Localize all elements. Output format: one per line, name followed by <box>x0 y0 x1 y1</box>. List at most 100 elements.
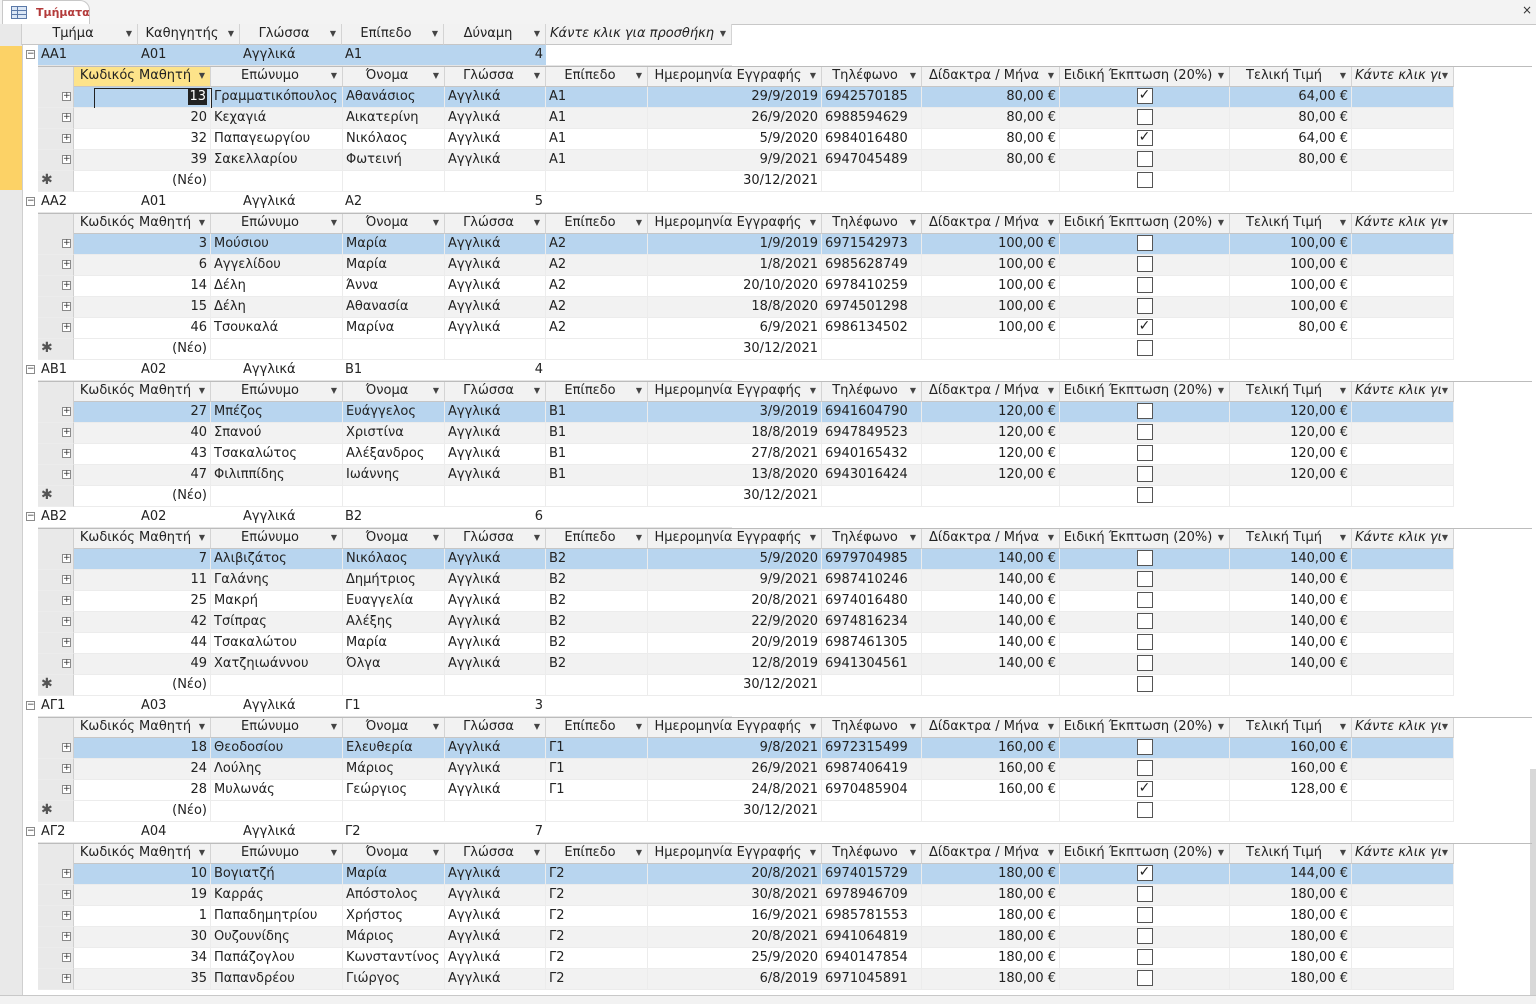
expand-plus-icon[interactable]: + <box>62 260 71 269</box>
student-cell-epipedo[interactable]: Α2 <box>546 318 648 339</box>
new-cell-onoma[interactable] <box>343 801 445 822</box>
discount-checkbox[interactable] <box>1136 402 1153 419</box>
discount-checkbox[interactable] <box>1136 486 1153 503</box>
student-header-11[interactable]: Κάντε κλικ γι ▼ <box>1352 843 1454 864</box>
parent-header-2[interactable]: Καθηγητής ▼ <box>138 24 240 45</box>
discount-checkbox[interactable]: ✓ <box>1136 129 1153 146</box>
student-cell-final[interactable]: 140,00 € <box>1230 591 1352 612</box>
discount-checkbox[interactable] <box>1136 297 1153 314</box>
expand-plus-icon[interactable]: + <box>62 470 71 479</box>
student-header-8[interactable]: Δίδακτρα / Μήνα ▼ <box>922 381 1060 402</box>
student-cell-onoma[interactable]: Φωτεινή <box>343 150 445 171</box>
student-header-5[interactable]: Επίπεδο ▼ <box>546 381 648 402</box>
discount-checkbox[interactable] <box>1136 150 1153 167</box>
student-header-11[interactable]: Κάντε κλικ γι ▼ <box>1352 66 1454 87</box>
student-cell-epipedo[interactable]: Α2 <box>546 255 648 276</box>
student-cell-id[interactable]: 14 <box>74 276 211 297</box>
new-cell-phone[interactable] <box>822 801 922 822</box>
student-cell-date[interactable]: 22/9/2020 <box>648 612 822 633</box>
student-cell-discount[interactable] <box>1060 255 1230 276</box>
dropdown-arrow-icon[interactable]: ▼ <box>433 843 439 863</box>
new-cell-eponymo[interactable] <box>211 801 343 822</box>
student-header-4[interactable]: Γλώσσα ▼ <box>445 381 546 402</box>
student-cell-fee[interactable]: 160,00 € <box>922 780 1060 801</box>
student-header-6[interactable]: Ημερομηνία Εγγραφής ▼ <box>648 528 822 549</box>
student-cell-epipedo[interactable]: Β2 <box>546 654 648 675</box>
student-row[interactable]: +25 Μακρή Ευαγγελία Αγγλικά Β2 20/8/2021 69740… <box>38 591 1454 612</box>
dropdown-arrow-icon[interactable]: ▼ <box>534 528 540 548</box>
new-cell-glossa[interactable] <box>445 339 546 360</box>
expand-plus-icon[interactable]: + <box>62 617 71 626</box>
student-cell-id[interactable]: 6 <box>74 255 211 276</box>
student-header-9[interactable]: Ειδική Έκπτωση (20%) ▼ <box>1060 66 1230 87</box>
discount-checkbox[interactable]: ✓ <box>1136 87 1153 104</box>
dropdown-arrow-icon[interactable]: ▼ <box>534 24 540 44</box>
student-cell-id[interactable]: 30 <box>74 927 211 948</box>
new-cell-glossa[interactable] <box>445 801 546 822</box>
new-cell-id[interactable]: (Νέο) <box>74 171 211 192</box>
student-header-3[interactable]: Όνομα ▼ <box>343 528 445 549</box>
student-cell-glossa[interactable]: Αγγλικά <box>445 927 546 948</box>
dropdown-arrow-icon[interactable]: ▼ <box>331 66 337 86</box>
student-cell-final[interactable]: 80,00 € <box>1230 150 1352 171</box>
student-header-1[interactable]: Κωδικός Μαθητή ▼ <box>74 843 211 864</box>
dropdown-arrow-icon[interactable]: ▼ <box>433 66 439 86</box>
student-cell-date[interactable]: 6/9/2021 <box>648 318 822 339</box>
group-cell-epipedo[interactable]: Α2 <box>342 192 444 213</box>
discount-checkbox[interactable] <box>1136 675 1153 692</box>
dropdown-arrow-icon[interactable]: ▼ <box>331 717 337 737</box>
student-cell-discount[interactable] <box>1060 906 1230 927</box>
student-cell-glossa[interactable]: Αγγλικά <box>445 780 546 801</box>
expand-plus-icon[interactable]: + <box>62 113 71 122</box>
student-cell-onoma[interactable]: Δημήτριος <box>343 570 445 591</box>
student-row[interactable]: +13 Γραμματικόπουλος Αθανάσιος Αγγλικά Α1 29/… <box>38 87 1454 108</box>
student-cell-date[interactable]: 29/9/2019 <box>648 87 822 108</box>
expand-plus-icon[interactable]: + <box>62 449 71 458</box>
dropdown-arrow-icon[interactable]: ▼ <box>1340 381 1346 401</box>
student-cell-discount[interactable] <box>1060 969 1230 990</box>
student-cell-epipedo[interactable]: Β1 <box>546 402 648 423</box>
student-header-10[interactable]: Τελική Τιμή ▼ <box>1230 381 1352 402</box>
student-cell-id[interactable]: 32 <box>74 129 211 150</box>
group-cell-dynami[interactable]: 4 <box>444 45 546 66</box>
student-cell-epipedo[interactable]: Α2 <box>546 234 648 255</box>
student-row[interactable]: +46 Τσουκαλά Μαρίνα Αγγλικά Α2 6/9/2021 698613… <box>38 318 1454 339</box>
student-header-3[interactable]: Όνομα ▼ <box>343 66 445 87</box>
dropdown-arrow-icon[interactable]: ▼ <box>636 381 642 401</box>
student-cell-id[interactable]: 15 <box>74 297 211 318</box>
student-cell-phone[interactable]: 6974015729 <box>822 864 922 885</box>
student-cell-epipedo[interactable]: Α1 <box>546 150 648 171</box>
dropdown-arrow-icon[interactable]: ▼ <box>1340 717 1346 737</box>
student-header-3[interactable]: Όνομα ▼ <box>343 213 445 234</box>
student-header-1[interactable]: Κωδικός Μαθητή ▼ <box>74 717 211 738</box>
student-cell-phone[interactable]: 6940165432 <box>822 444 922 465</box>
student-cell-discount[interactable] <box>1060 108 1230 129</box>
expand-plus-icon[interactable]: + <box>62 134 71 143</box>
student-cell-discount[interactable] <box>1060 423 1230 444</box>
new-cell-onoma[interactable] <box>343 339 445 360</box>
student-cell-phone[interactable]: 6942570185 <box>822 87 922 108</box>
dropdown-arrow-icon[interactable]: ▼ <box>433 213 439 233</box>
dropdown-arrow-icon[interactable]: ▼ <box>534 213 540 233</box>
student-row[interactable]: +19 Καρράς Απόστολος Αγγλικά Γ2 30/8/2021 6978… <box>38 885 1454 906</box>
collapse-minus-icon[interactable]: − <box>26 50 35 59</box>
expand-plus-icon[interactable]: + <box>62 575 71 584</box>
student-cell-discount[interactable] <box>1060 738 1230 759</box>
dropdown-arrow-icon[interactable]: ▼ <box>1218 213 1224 233</box>
student-row[interactable]: +32 Παπαγεωργίου Νικόλαος Αγγλικά Α1 5/9/2020… <box>38 129 1454 150</box>
student-cell-onoma[interactable]: Όλγα <box>343 654 445 675</box>
student-cell-discount[interactable] <box>1060 150 1230 171</box>
expand-plus-icon[interactable]: + <box>62 281 71 290</box>
discount-checkbox[interactable] <box>1136 738 1153 755</box>
student-cell-glossa[interactable]: Αγγλικά <box>445 465 546 486</box>
student-cell-date[interactable]: 18/8/2019 <box>648 423 822 444</box>
student-header-10[interactable]: Τελική Τιμή ▼ <box>1230 717 1352 738</box>
student-header-11[interactable]: Κάντε κλικ γι ▼ <box>1352 717 1454 738</box>
group-cell-dynami[interactable]: 4 <box>444 360 546 381</box>
new-cell-final[interactable] <box>1230 675 1352 696</box>
dropdown-arrow-icon[interactable]: ▼ <box>433 717 439 737</box>
student-row[interactable]: +49 Χατζηιωάννου Όλγα Αγγλικά Β2 12/8/2019 694… <box>38 654 1454 675</box>
student-header-10[interactable]: Τελική Τιμή ▼ <box>1230 66 1352 87</box>
student-cell-onoma[interactable]: Γιώργος <box>343 969 445 990</box>
student-cell-epipedo[interactable]: Γ2 <box>546 885 648 906</box>
